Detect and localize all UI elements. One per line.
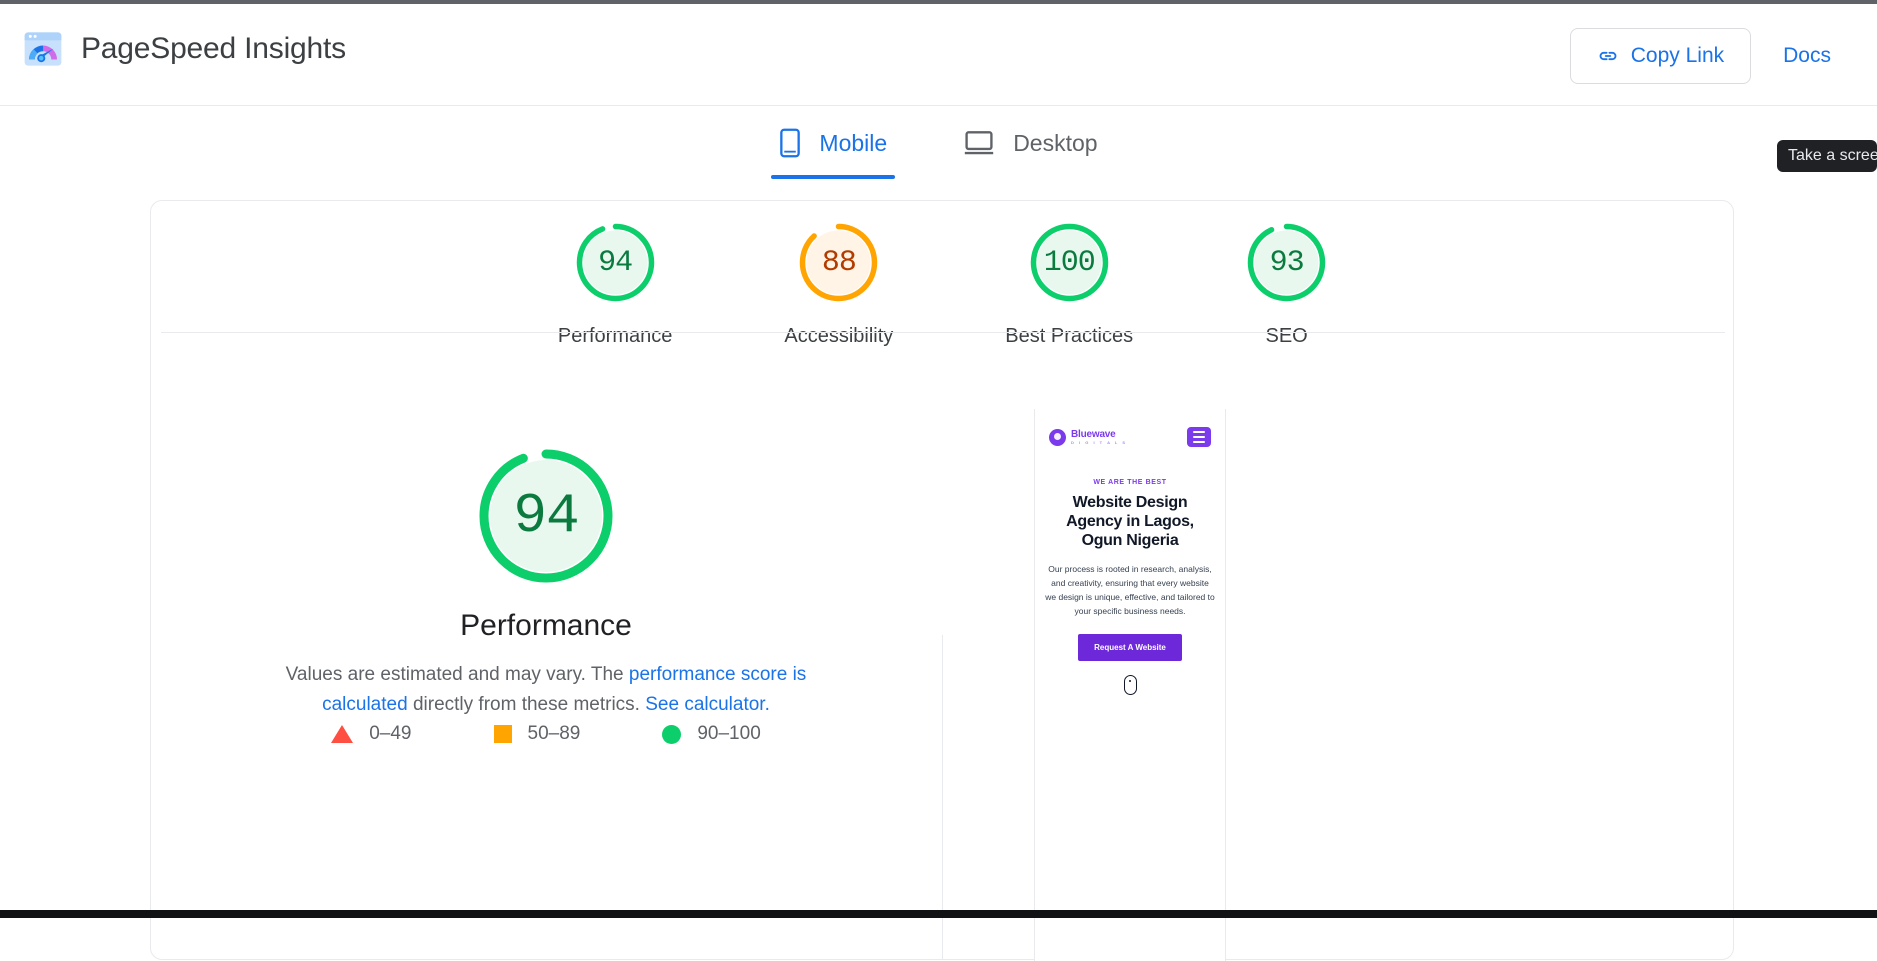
category-score-accessibility[interactable]: 88 Accessibility: [784, 221, 893, 348]
link-icon: [1597, 45, 1619, 67]
legend-range-label: 90–100: [697, 723, 760, 745]
pagespeed-logo-icon: [22, 28, 64, 70]
tab-desktop-label: Desktop: [1013, 130, 1097, 157]
legend-triangle-icon: [331, 725, 353, 743]
preview-eyebrow: WE ARE THE BEST: [1045, 479, 1215, 486]
legend-range-label: 0–49: [369, 723, 411, 745]
gauge-caption: Performance: [558, 325, 673, 348]
tab-mobile[interactable]: Mobile: [769, 107, 897, 179]
gauge-caption: SEO: [1266, 325, 1308, 348]
bottom-strip: [0, 910, 1877, 918]
docs-label: Docs: [1783, 44, 1831, 68]
legend-item-square: 50–89: [494, 723, 581, 745]
category-score-seo[interactable]: 93 SEO: [1245, 221, 1328, 348]
preview-logo-sub: D I G I T A L S: [1071, 441, 1127, 445]
performance-description: Values are estimated and may vary. The p…: [256, 660, 836, 720]
gauge-score-value: 94: [574, 221, 657, 304]
page-screenshot-preview: Bluewave D I G I T A L S WE ARE THE BEST…: [1034, 409, 1226, 961]
category-score-best-practices[interactable]: 100 Best Practices: [1005, 221, 1133, 348]
docs-button[interactable]: Docs: [1761, 28, 1853, 84]
preview-site-logo: Bluewave D I G I T A L S: [1049, 429, 1127, 446]
gauge-caption: Accessibility: [784, 325, 893, 348]
app-header: PageSpeed Insights Copy Link Docs: [0, 4, 1877, 106]
preview-paragraph: Our process is rooted in research, analy…: [1045, 562, 1215, 618]
category-score-row: 94 Performance 88 Accessibility 100 Best Prac…: [151, 221, 1735, 348]
performance-score-block: 94 Performance Values are estimated and …: [151, 446, 941, 720]
gauge-ring: 88: [797, 221, 880, 304]
category-score-performance[interactable]: 94 Performance: [558, 221, 673, 348]
gauge-ring: 100: [1028, 221, 1111, 304]
copy-link-label: Copy Link: [1631, 44, 1724, 68]
legend-square-icon: [494, 725, 512, 743]
gauge-score-value: 93: [1245, 221, 1328, 304]
copy-link-button[interactable]: Copy Link: [1570, 28, 1751, 84]
preview-logo-mark-icon: [1049, 429, 1066, 446]
gauge-caption: Best Practices: [1005, 325, 1133, 348]
legend-item-circle: 90–100: [662, 723, 760, 745]
performance-gauge: 94: [476, 446, 616, 586]
tab-active-underline: [771, 175, 895, 179]
report-card: 94 Performance 88 Accessibility 100 Best Prac…: [150, 200, 1734, 960]
gauge-ring: 94: [574, 221, 657, 304]
score-legend: 0–49 50–89 90–100: [151, 723, 941, 745]
preview-topbar: Bluewave D I G I T A L S: [1035, 409, 1225, 447]
desktop-icon: [963, 130, 995, 156]
page-title: PageSpeed Insights: [81, 32, 346, 66]
header-actions: Copy Link Docs: [1570, 28, 1853, 84]
gauge-ring: 93: [1245, 221, 1328, 304]
preview-mouse-scroll-icon: [1124, 675, 1137, 695]
preview-cta-button: Request A Website: [1078, 634, 1182, 661]
legend-item-triangle: 0–49: [331, 723, 411, 745]
see-calculator-link[interactable]: See calculator.: [645, 694, 770, 715]
preview-hero: WE ARE THE BEST Website Design Agency in…: [1035, 479, 1225, 695]
legend-circle-icon: [662, 725, 681, 744]
device-tabs: Mobile Desktop: [0, 107, 1877, 187]
card-divider: [161, 332, 1725, 333]
desc-text-2: directly from these metrics.: [408, 694, 646, 715]
desc-text-1: Values are estimated and may vary. The: [286, 664, 629, 685]
performance-title: Performance: [460, 609, 632, 643]
brand: PageSpeed Insights: [22, 28, 346, 70]
tab-mobile-label: Mobile: [819, 130, 887, 157]
gauge-score-value: 100: [1028, 221, 1111, 304]
preview-heading: Website Design Agency in Lagos, Ogun Nig…: [1045, 493, 1215, 551]
gauge-score-value: 88: [797, 221, 880, 304]
tab-desktop[interactable]: Desktop: [953, 107, 1107, 179]
preview-hamburger-icon: [1187, 427, 1211, 447]
performance-score-value: 94: [476, 446, 616, 586]
preview-logo-name: Bluewave: [1071, 430, 1127, 440]
legend-range-label: 50–89: [528, 723, 581, 745]
mobile-icon: [779, 128, 801, 158]
